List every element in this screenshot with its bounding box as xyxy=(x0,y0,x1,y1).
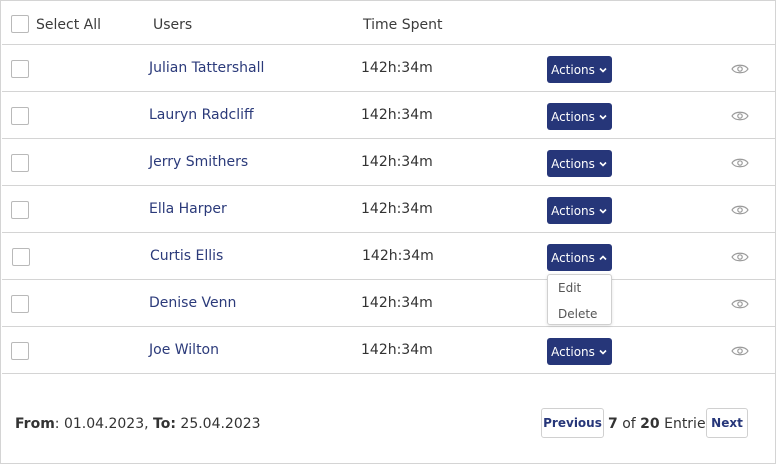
current-page: 7 xyxy=(608,416,618,432)
eye-icon[interactable] xyxy=(731,204,749,216)
pagination-info: 7 of 20 Entries xyxy=(608,416,713,432)
users-column-header: Users xyxy=(153,17,193,33)
actions-button[interactable]: Actions xyxy=(547,150,612,177)
table-row: Ella Harper 142h:34m Actions xyxy=(2,186,776,233)
row-checkbox[interactable] xyxy=(11,342,29,360)
user-name[interactable]: Ella Harper xyxy=(149,201,227,217)
actions-button[interactable]: Actions xyxy=(547,56,612,83)
time-spent-value: 142h:34m xyxy=(362,248,434,264)
actions-button-label: Actions xyxy=(551,203,595,218)
user-name[interactable]: Julian Tattershall xyxy=(149,60,264,76)
chevron-down-icon xyxy=(599,67,607,73)
next-button[interactable]: Next xyxy=(706,408,748,438)
to-date: 25.04.2023 xyxy=(180,416,261,432)
user-name[interactable]: Curtis Ellis xyxy=(150,248,223,264)
row-checkbox[interactable] xyxy=(11,201,29,219)
user-time-table: Select All Users Time Spent Julian Tatte… xyxy=(0,0,776,464)
table-row: Denise Venn 142h:34m xyxy=(2,280,776,327)
eye-icon[interactable] xyxy=(731,157,749,169)
actions-dropdown-menu: Edit Delete xyxy=(547,274,612,325)
chevron-down-icon xyxy=(599,161,607,167)
of-label: of xyxy=(622,416,636,432)
actions-button-label: Actions xyxy=(551,156,595,171)
user-name[interactable]: Joe Wilton xyxy=(149,342,219,358)
user-name[interactable]: Jerry Smithers xyxy=(149,154,248,170)
actions-button[interactable]: Actions xyxy=(547,244,612,271)
chevron-down-icon xyxy=(599,349,607,355)
time-spent-value: 142h:34m xyxy=(361,295,433,311)
eye-icon[interactable] xyxy=(731,110,749,122)
table-row: Joe Wilton 142h:34m Actions xyxy=(2,327,776,374)
eye-icon[interactable] xyxy=(731,251,749,263)
table-row: Lauryn Radcliff 142h:34m Actions xyxy=(2,92,776,139)
previous-button[interactable]: Previous xyxy=(541,408,604,438)
eye-icon[interactable] xyxy=(731,298,749,310)
actions-button-label: Actions xyxy=(551,62,595,77)
time-spent-value: 142h:34m xyxy=(361,154,433,170)
user-name[interactable]: Lauryn Radcliff xyxy=(149,107,254,123)
time-spent-value: 142h:34m xyxy=(361,342,433,358)
time-spent-value: 142h:34m xyxy=(361,107,433,123)
row-checkbox[interactable] xyxy=(11,295,29,313)
table-row: Julian Tattershall 142h:34m Actions xyxy=(2,45,776,92)
to-label: To: xyxy=(153,416,176,432)
chevron-down-icon xyxy=(599,208,607,214)
eye-icon[interactable] xyxy=(731,63,749,75)
actions-button[interactable]: Actions xyxy=(547,338,612,365)
chevron-up-icon xyxy=(599,254,607,260)
menu-item-edit[interactable]: Edit xyxy=(558,281,581,295)
actions-button[interactable]: Actions xyxy=(547,197,612,224)
select-all-checkbox[interactable] xyxy=(11,15,29,33)
row-checkbox[interactable] xyxy=(11,107,29,125)
actions-button-label: Actions xyxy=(551,344,595,359)
row-checkbox[interactable] xyxy=(11,154,29,172)
actions-button-label: Actions xyxy=(551,250,595,265)
row-checkbox[interactable] xyxy=(12,248,30,266)
time-spent-value: 142h:34m xyxy=(361,201,433,217)
table-row: Jerry Smithers 142h:34m Actions xyxy=(2,139,776,186)
user-name[interactable]: Denise Venn xyxy=(149,295,236,311)
chevron-down-icon xyxy=(599,114,607,120)
select-all-label: Select All xyxy=(36,17,101,33)
menu-item-delete[interactable]: Delete xyxy=(558,307,597,321)
time-spent-value: 142h:34m xyxy=(361,60,433,76)
from-date: 01.04.2023 xyxy=(63,416,145,432)
time-spent-column-header: Time Spent xyxy=(363,17,443,33)
actions-button[interactable]: Actions xyxy=(547,103,612,130)
table-row: Curtis Ellis 142h:34m Actions xyxy=(2,233,776,280)
row-checkbox[interactable] xyxy=(11,60,29,78)
actions-button-label: Actions xyxy=(551,109,595,124)
from-label: From xyxy=(15,416,55,432)
date-range: From: 01.04.2023, To: 25.04.2023 xyxy=(15,416,261,432)
eye-icon[interactable] xyxy=(731,345,749,357)
total-entries: 20 xyxy=(640,416,660,432)
table-header: Select All Users Time Spent xyxy=(2,2,776,45)
